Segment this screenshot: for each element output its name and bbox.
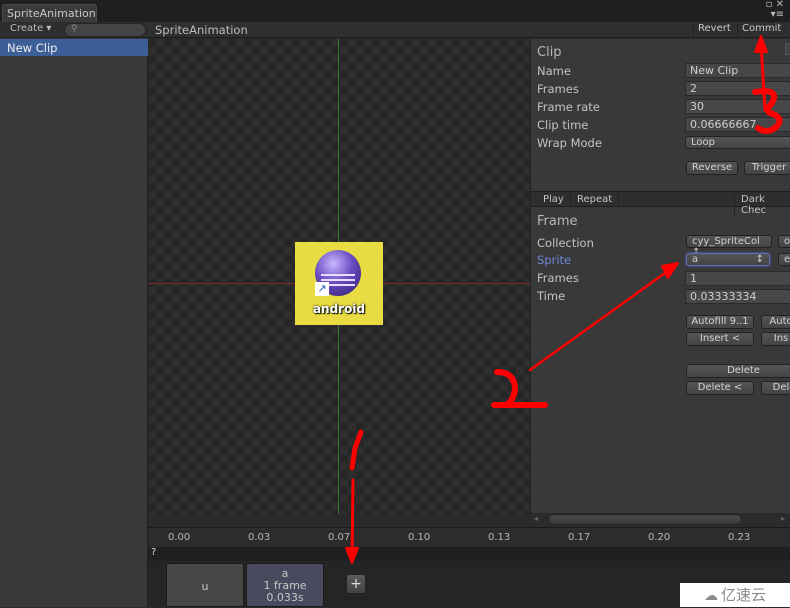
clip-list-toolbar: Create ▾ ⚲	[0, 22, 148, 38]
inspector-panel: Clip Name New Clip Frames 2 Frame rate 3…	[530, 39, 790, 527]
editor-header: SpriteAnimation Revert Commit	[148, 22, 790, 38]
frame-rate-label: Frame rate	[537, 100, 600, 114]
preview-viewport[interactable]: ↗ android	[148, 39, 530, 514]
inspector-horizontal-scrollbar[interactable]: ◂ ▸	[531, 513, 790, 527]
frame-duration: 0.033s	[266, 591, 304, 604]
frame-frames-field[interactable]: 1	[685, 271, 790, 286]
delete-button[interactable]: Delete	[686, 364, 790, 378]
clip-time-field[interactable]: 0.06666667	[685, 117, 790, 132]
create-dropdown[interactable]: Create ▾	[4, 23, 57, 37]
clip-time-label: Clip time	[537, 118, 589, 132]
frame-time-field[interactable]: 0.03333334	[685, 289, 790, 304]
timeline-tick: 0.00	[168, 532, 191, 543]
timeline-tick: 0.10	[408, 532, 431, 543]
timeline-tick: 0.03	[248, 532, 271, 543]
background-dropdown[interactable]: Dark Chec	[734, 194, 790, 216]
insert-after-button[interactable]: Ins	[761, 332, 790, 346]
frames-label: Frames	[537, 82, 579, 96]
cloud-logo-icon: ☁	[703, 588, 718, 604]
name-label: Name	[537, 64, 571, 78]
revert-button[interactable]: Revert	[693, 23, 735, 38]
window-controls: ▫ ✕ ▾≡	[766, 0, 784, 20]
collection-dropdown[interactable]: cyy_SpriteCol ↕	[686, 235, 772, 258]
logo-stripe	[321, 274, 355, 276]
search-input[interactable]: ⚲	[64, 23, 146, 37]
clip-list-item[interactable]: New Clip	[0, 39, 148, 56]
help-icon[interactable]: ?	[151, 547, 156, 558]
commit-button[interactable]: Commit	[737, 23, 785, 38]
sprite-dropdown[interactable]: a ↕	[686, 253, 770, 266]
title-bar: SpriteAnimation ▫ ✕ ▾≡	[0, 0, 790, 22]
trigger-row: ?	[148, 547, 790, 561]
scroll-left-icon[interactable]: ◂	[534, 514, 538, 523]
sprite-label: android	[312, 302, 366, 316]
logo-stripe	[321, 279, 355, 281]
clip-frames-field[interactable]: 2	[685, 81, 790, 96]
add-frame-button[interactable]: +	[346, 574, 366, 594]
scrollbar-thumb[interactable]	[548, 514, 742, 525]
collection-value: cyy_SpriteCol	[692, 236, 760, 247]
panel-menu-icon[interactable]: ▾≡	[771, 9, 784, 20]
dropdown-arrows-icon: ↕	[755, 254, 764, 265]
delete-after-button[interactable]: Del	[761, 381, 790, 395]
trigger-button[interactable]: Trigger	[744, 161, 790, 175]
shortcut-arrow-icon: ↗	[315, 282, 329, 296]
frame-cell-selected[interactable]: a 1 frame 0.033s	[246, 563, 324, 607]
timeline-tick: 0.13	[488, 532, 511, 543]
window-tab[interactable]: SpriteAnimation	[2, 4, 97, 22]
repeat-toggle[interactable]: Repeat	[571, 194, 620, 205]
wrap-mode-dropdown[interactable]: Loop	[685, 136, 790, 149]
collection-label: Collection	[537, 236, 594, 250]
insert-before-button[interactable]: Insert <	[686, 332, 754, 346]
autofill-forward-button[interactable]: Auto	[761, 315, 790, 329]
clip-section-title: Clip	[537, 45, 562, 60]
clip-list-panel: Create ▾ ⚲ New Clip	[0, 22, 148, 607]
scroll-right-icon[interactable]: ▸	[781, 514, 785, 523]
preview-toolbar: Play Repeat Dark Chec	[531, 191, 790, 216]
editor-title: SpriteAnimation	[155, 23, 248, 37]
sprite-edit-button[interactable]: e	[778, 253, 790, 266]
frame-cell[interactable]: u	[166, 563, 244, 607]
delete-before-button[interactable]: Delete <	[686, 381, 754, 395]
autofill-button[interactable]: Autofill 9..1	[686, 315, 754, 329]
play-button[interactable]: Play	[537, 194, 571, 205]
timeline-tick: 0.20	[648, 532, 671, 543]
sprite-label: Sprite	[537, 253, 572, 267]
frame-section-title: Frame	[537, 214, 578, 229]
frame-name: u	[201, 580, 209, 593]
section-toggle[interactable]	[785, 43, 790, 55]
watermark: ☁ 亿速云	[680, 583, 790, 607]
frame-rate-field[interactable]: 30	[685, 99, 790, 114]
timeline-tick: 0.07	[328, 532, 351, 543]
collection-open-button[interactable]: o	[778, 235, 790, 248]
watermark-text: 亿速云	[720, 586, 766, 604]
time-label: Time	[537, 289, 566, 303]
timeline-tick: 0.23	[728, 532, 751, 543]
reverse-button[interactable]: Reverse	[686, 161, 738, 175]
clip-name-field[interactable]: New Clip	[685, 63, 790, 78]
frame-frames-label: Frames	[537, 271, 579, 285]
sprite-preview: ↗ android	[295, 242, 383, 325]
timeline-ruler[interactable]: 0.00 0.03 0.07 0.10 0.13 0.17 0.20 0.23	[148, 527, 790, 547]
timeline-tick: 0.17	[568, 532, 591, 543]
search-icon: ⚲	[71, 24, 78, 34]
sprite-value: a	[692, 254, 699, 265]
wrap-mode-label: Wrap Mode	[537, 136, 602, 150]
